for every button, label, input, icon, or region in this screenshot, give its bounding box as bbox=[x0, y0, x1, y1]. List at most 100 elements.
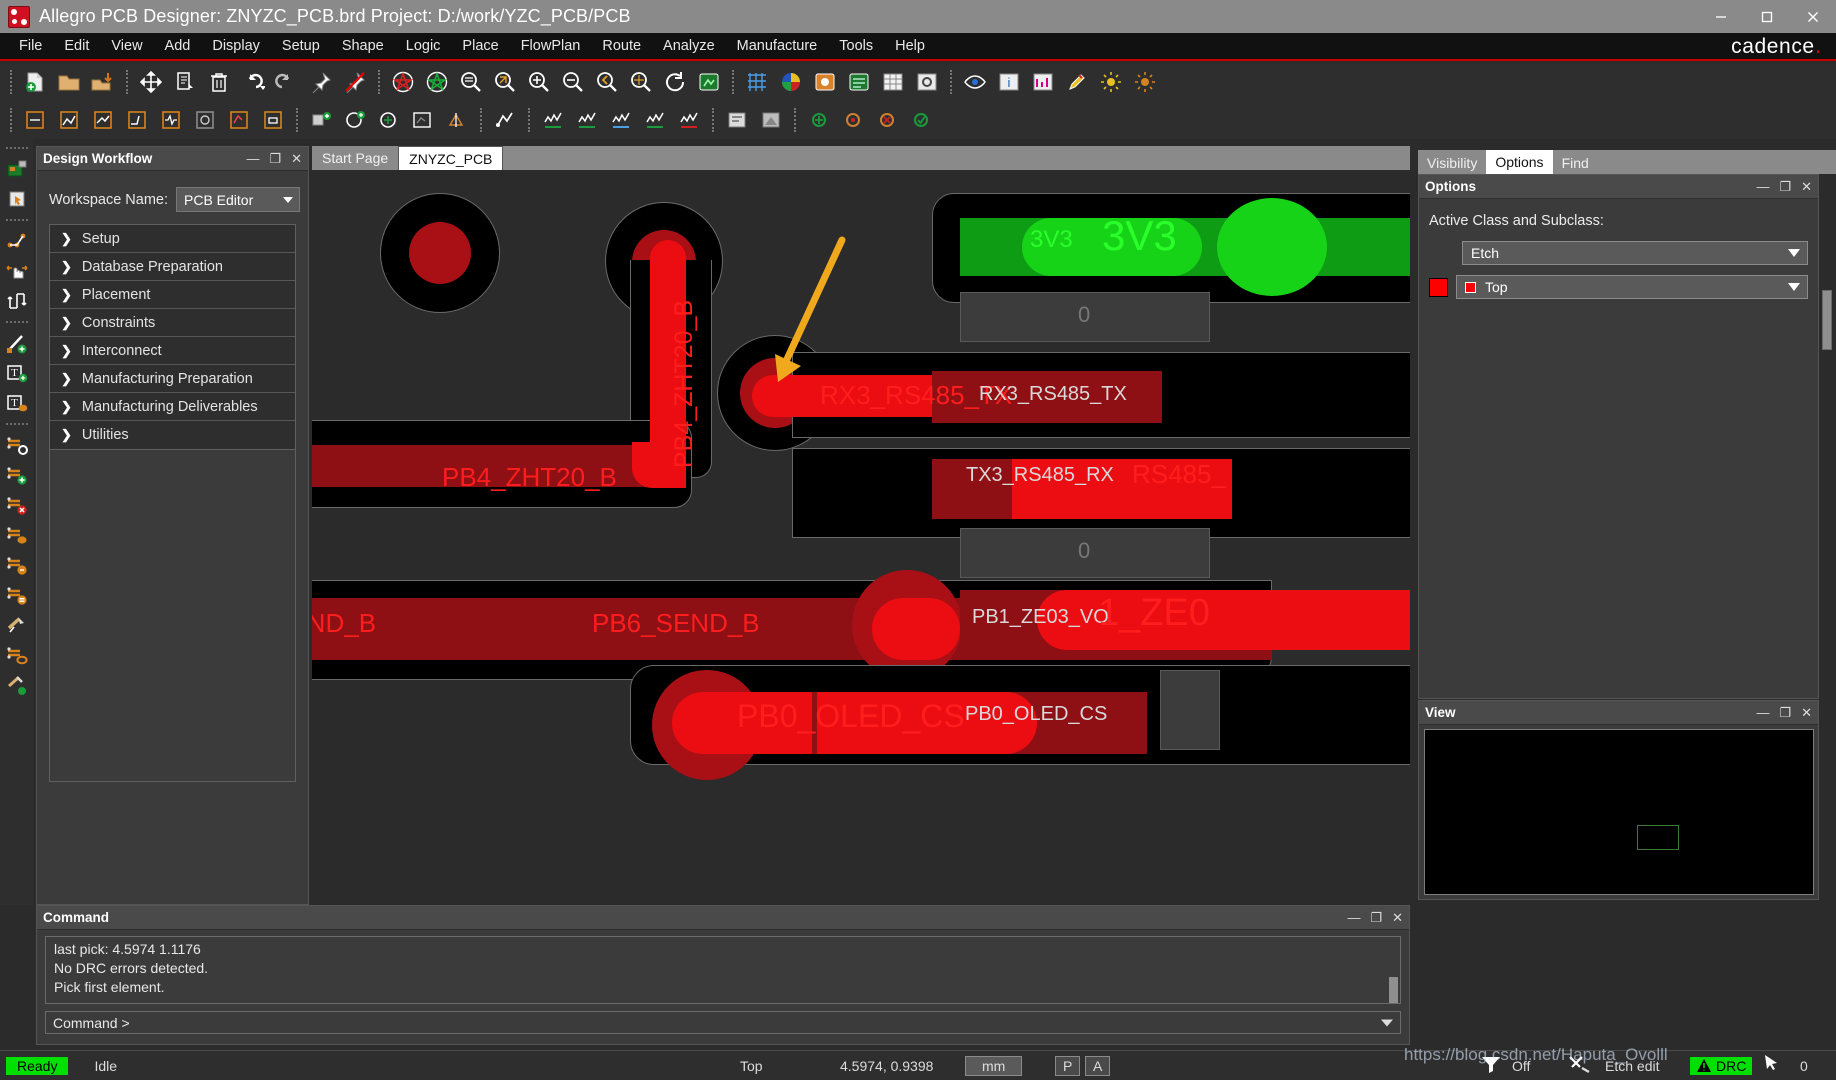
menu-edit[interactable]: Edit bbox=[53, 35, 100, 57]
command-restore-icon[interactable]: ❐ bbox=[1370, 911, 1382, 924]
workflow-item-interconnect[interactable]: ❯ Interconnect bbox=[50, 337, 295, 365]
workflow-item-database-preparation[interactable]: ❯ Database Preparation bbox=[50, 253, 295, 281]
autoplace-icon[interactable] bbox=[408, 105, 438, 135]
dw-restore-icon[interactable]: ❐ bbox=[269, 152, 281, 165]
color-pie-icon[interactable] bbox=[776, 67, 806, 97]
contrast-icon[interactable] bbox=[1130, 67, 1160, 97]
subclass-color-swatch[interactable] bbox=[1429, 277, 1448, 297]
zoom-in-icon[interactable] bbox=[524, 67, 554, 97]
status-angle-mode-button[interactable]: A bbox=[1085, 1055, 1111, 1076]
spreadsheet-icon[interactable] bbox=[878, 67, 908, 97]
via-check-icon[interactable] bbox=[906, 105, 936, 135]
slide-route-icon[interactable] bbox=[3, 287, 31, 315]
tab-visibility[interactable]: Visibility bbox=[1418, 152, 1487, 174]
plot-red-icon[interactable] bbox=[388, 67, 418, 97]
eye-icon[interactable] bbox=[960, 67, 990, 97]
menu-shape[interactable]: Shape bbox=[331, 35, 395, 57]
measure-icon[interactable] bbox=[1028, 67, 1058, 97]
grid-toggle-icon[interactable] bbox=[742, 67, 772, 97]
menu-logic[interactable]: Logic bbox=[395, 35, 452, 57]
redo-icon[interactable] bbox=[272, 67, 302, 97]
shape-list-icon[interactable] bbox=[3, 581, 31, 609]
minimize-button[interactable] bbox=[1698, 0, 1744, 33]
view-thumbnail-canvas[interactable] bbox=[1424, 729, 1814, 895]
status-drc-badge[interactable]: DRC bbox=[1690, 1056, 1753, 1075]
options-minimize-icon[interactable]: — bbox=[1756, 180, 1769, 193]
options-vertical-scrollbar[interactable] bbox=[1822, 290, 1832, 350]
status-units-button[interactable]: mm bbox=[965, 1055, 1023, 1076]
component-select-icon[interactable] bbox=[3, 185, 31, 213]
menu-file[interactable]: File bbox=[8, 35, 53, 57]
workflow-item-manufacturing-preparation[interactable]: ❯ Manufacturing Preparation bbox=[50, 365, 295, 393]
zcopy-icon[interactable] bbox=[490, 105, 520, 135]
menu-tools[interactable]: Tools bbox=[828, 35, 884, 57]
open-folder-icon[interactable] bbox=[54, 67, 84, 97]
pcb-canvas[interactable]: PB4_ZHT20_B PB4_ZHT20_B 3V3 3V3 0 RX3_RS… bbox=[312, 170, 1410, 900]
new-file-icon[interactable] bbox=[20, 67, 50, 97]
add-via-icon[interactable] bbox=[804, 105, 834, 135]
drill-icon[interactable] bbox=[722, 105, 752, 135]
slide-icon[interactable] bbox=[88, 105, 118, 135]
menu-help[interactable]: Help bbox=[884, 35, 936, 57]
maximize-button[interactable] bbox=[1744, 0, 1790, 33]
menu-add[interactable]: Add bbox=[154, 35, 202, 57]
zoom-center-icon[interactable] bbox=[626, 67, 656, 97]
command-output-scrollbar[interactable] bbox=[1389, 977, 1398, 1003]
highlight-icon[interactable] bbox=[1062, 67, 1092, 97]
zoom-by-points-icon[interactable] bbox=[490, 67, 520, 97]
active-class-select[interactable]: Etch bbox=[1462, 241, 1808, 265]
shape-add-icon[interactable] bbox=[538, 105, 568, 135]
shape-edit-icon[interactable] bbox=[3, 521, 31, 549]
move-icon[interactable] bbox=[136, 67, 166, 97]
delete-icon[interactable] bbox=[204, 67, 234, 97]
shape-delete-icon[interactable] bbox=[3, 491, 31, 519]
workflow-item-manufacturing-deliverables[interactable]: ❯ Manufacturing Deliverables bbox=[50, 393, 295, 421]
workflow-item-utilities[interactable]: ❯ Utilities bbox=[50, 421, 295, 449]
menu-place[interactable]: Place bbox=[451, 35, 509, 57]
shape-compose-icon[interactable] bbox=[3, 611, 31, 639]
view-minimize-icon[interactable]: — bbox=[1756, 706, 1769, 719]
delay-tune-icon[interactable] bbox=[156, 105, 186, 135]
zoom-previous-icon[interactable] bbox=[592, 67, 622, 97]
via-struct-icon[interactable] bbox=[838, 105, 868, 135]
menu-manufacture[interactable]: Manufacture bbox=[726, 35, 829, 57]
workflow-item-setup[interactable]: ❯ Setup bbox=[50, 225, 295, 253]
funnel-icon[interactable] bbox=[1480, 1054, 1502, 1077]
tab-options[interactable]: Options bbox=[1486, 150, 1553, 174]
menu-setup[interactable]: Setup bbox=[271, 35, 331, 57]
quickplace-icon[interactable] bbox=[340, 105, 370, 135]
zoom-fit-icon[interactable] bbox=[456, 67, 486, 97]
menu-analyze[interactable]: Analyze bbox=[652, 35, 726, 57]
shape-delete-icon[interactable] bbox=[606, 105, 636, 135]
info-icon[interactable]: i bbox=[994, 67, 1024, 97]
brightness-icon[interactable] bbox=[1096, 67, 1126, 97]
pin-icon[interactable] bbox=[306, 67, 336, 97]
workflow-item-placement[interactable]: ❯ Placement bbox=[50, 281, 295, 309]
menu-view[interactable]: View bbox=[100, 35, 153, 57]
command-minimize-icon[interactable]: — bbox=[1347, 911, 1360, 924]
close-button[interactable] bbox=[1790, 0, 1836, 33]
phase-tune-icon[interactable] bbox=[190, 105, 220, 135]
menu-display[interactable]: Display bbox=[201, 35, 271, 57]
setup-gear-icon[interactable] bbox=[912, 67, 942, 97]
via-delete-icon[interactable] bbox=[872, 105, 902, 135]
plot-green-icon[interactable] bbox=[422, 67, 452, 97]
unpin-icon[interactable] bbox=[340, 67, 370, 97]
shape-tools-icon[interactable] bbox=[3, 671, 31, 699]
shape-change-icon[interactable] bbox=[3, 551, 31, 579]
box-icon[interactable] bbox=[258, 105, 288, 135]
dimension-icon[interactable] bbox=[20, 105, 50, 135]
board-geometry-icon[interactable] bbox=[3, 155, 31, 183]
drag-hand-icon[interactable] bbox=[3, 257, 31, 285]
tab-znyzc-pcb[interactable]: ZNYZC_PCB bbox=[398, 146, 504, 170]
view-viewport-rect[interactable] bbox=[1637, 825, 1679, 850]
shape-edit-icon[interactable] bbox=[572, 105, 602, 135]
menu-flowplan[interactable]: FlowPlan bbox=[510, 35, 592, 57]
command-close-icon[interactable]: ✕ bbox=[1392, 911, 1403, 924]
mirror-icon[interactable] bbox=[442, 105, 472, 135]
edit-text-icon[interactable]: T bbox=[3, 389, 31, 417]
dw-close-icon[interactable]: ✕ bbox=[291, 152, 302, 165]
tools-icon[interactable] bbox=[1568, 1054, 1592, 1077]
workspace-name-select[interactable]: PCB Editor bbox=[176, 187, 300, 212]
options-close-icon[interactable]: ✕ bbox=[1801, 180, 1812, 193]
